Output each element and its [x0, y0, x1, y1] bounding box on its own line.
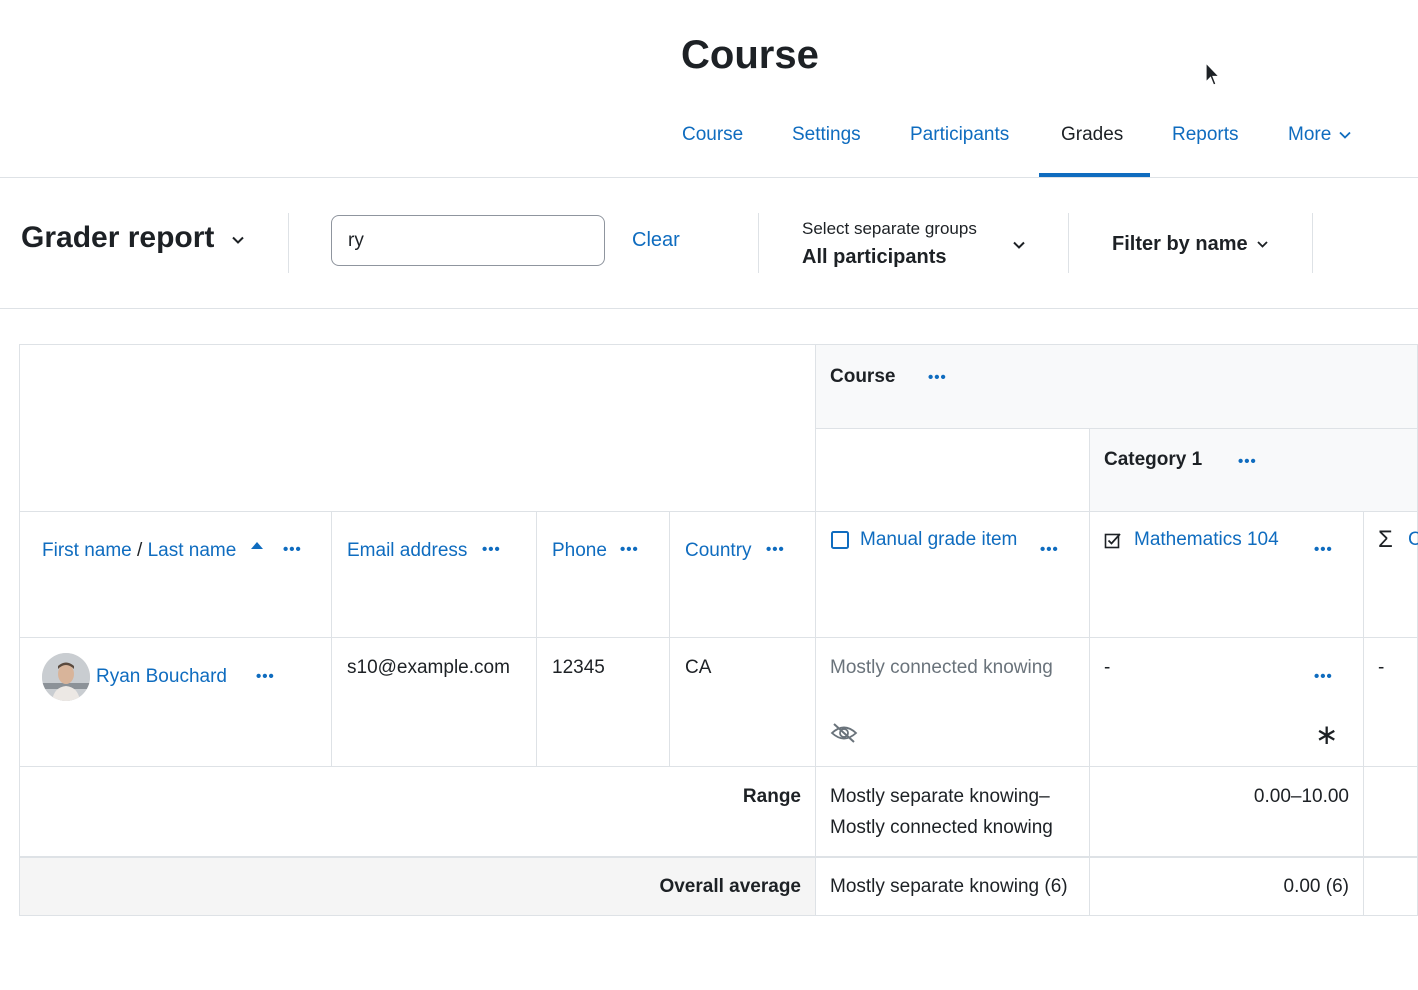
mathematics-104-link[interactable]: Mathematics 104	[1134, 529, 1279, 551]
average-label-cell: Overall average	[19, 856, 816, 916]
sort-ascending-icon	[251, 542, 263, 549]
more-options-icon[interactable]: •••	[1314, 541, 1333, 558]
range-manual-line-2: Mostly connected knowing	[830, 817, 1053, 838]
clear-search-link[interactable]: Clear	[632, 229, 680, 252]
email-cell: s10@example.com	[331, 637, 537, 767]
phone-cell: 12345	[536, 637, 670, 767]
course-total-link[interactable]: C	[1408, 529, 1418, 551]
group-selector-label: Select separate groups	[802, 219, 977, 238]
grader-table: Course ••• Category 1 ••• First name / L…	[19, 344, 1418, 916]
user-cell: Ryan Bouchard •••	[19, 637, 332, 767]
more-options-icon[interactable]: •••	[1238, 453, 1257, 470]
more-options-icon[interactable]: •••	[928, 369, 947, 386]
range-label: Range	[742, 786, 801, 807]
more-options-icon[interactable]: •••	[766, 541, 785, 558]
avatar[interactable]	[42, 653, 90, 701]
chevron-down-icon[interactable]	[231, 235, 245, 245]
name-separator: /	[131, 540, 148, 561]
column-header-name: First name / Last name •••	[19, 511, 332, 638]
empty-header-cell	[19, 344, 816, 512]
average-manual-value: Mostly separate knowing (6)	[830, 876, 1068, 897]
sort-by-name-link[interactable]: First name / Last name	[42, 540, 236, 562]
country-cell: CA	[669, 637, 816, 767]
category-name: Category 1	[1104, 449, 1203, 470]
course-total-value: -	[1378, 657, 1385, 678]
more-options-icon[interactable]: •••	[620, 541, 639, 558]
country-column-link[interactable]: Country	[685, 540, 752, 562]
sort-last-name[interactable]: Last name	[148, 540, 237, 561]
more-options-icon[interactable]: •••	[1040, 541, 1059, 558]
average-manual-cell: Mostly separate knowing (6)	[815, 856, 1090, 916]
more-options-icon[interactable]: •••	[256, 668, 275, 685]
page-title: Course	[681, 33, 819, 77]
overridden-asterisk-icon: ∗	[1315, 719, 1339, 750]
toolbar-divider	[1312, 213, 1313, 273]
more-options-icon[interactable]: •••	[1314, 668, 1333, 685]
average-mathematics-value: 0.00 (6)	[1283, 876, 1349, 897]
chevron-down-icon	[1257, 241, 1268, 248]
manual-grade-cell[interactable]: Mostly connected knowing	[815, 637, 1090, 767]
column-header-country: Country •••	[669, 511, 816, 638]
mathematics-grade-value: -	[1104, 657, 1111, 678]
tab-more[interactable]: More	[1288, 124, 1351, 146]
group-selector-value: All participants	[802, 246, 947, 268]
tab-grades[interactable]: Grades	[1061, 124, 1123, 146]
toolbar-divider	[758, 213, 759, 273]
chevron-down-icon	[1338, 131, 1351, 139]
range-label-cell: Range	[19, 766, 816, 858]
range-total-cell	[1363, 766, 1418, 858]
sigma-icon: Σ	[1378, 526, 1393, 553]
report-selector[interactable]: Grader report	[21, 221, 214, 255]
range-manual-line-1: Mostly separate knowing–	[830, 786, 1050, 807]
category-name: Course	[830, 366, 896, 387]
mouse-cursor-icon	[1205, 62, 1221, 86]
toolbar-divider	[1068, 213, 1069, 273]
range-mathematics-value: 0.00–10.00	[1253, 786, 1349, 807]
phone-column-link[interactable]: Phone	[552, 540, 607, 562]
average-total-cell	[1363, 856, 1418, 916]
column-header-phone: Phone •••	[536, 511, 670, 638]
user-phone: 12345	[552, 657, 605, 678]
manual-item-icon	[831, 531, 849, 549]
tab-settings[interactable]: Settings	[792, 124, 861, 146]
column-header-email: Email address •••	[331, 511, 537, 638]
user-country: CA	[685, 657, 712, 678]
tab-more-label: More	[1288, 124, 1332, 145]
email-column-link[interactable]: Email address	[347, 540, 467, 562]
tab-participants[interactable]: Participants	[910, 124, 1009, 146]
category-header-course: Course •••	[815, 344, 1418, 429]
search-users-input[interactable]	[331, 215, 605, 266]
mathematics-grade-cell[interactable]: - ••• ∗	[1089, 637, 1364, 767]
column-header-mathematics-104: Mathematics 104 •••	[1089, 511, 1364, 638]
empty-header-cell	[815, 428, 1090, 512]
user-email: s10@example.com	[347, 657, 510, 678]
toolbar-divider	[288, 213, 289, 273]
category-header-category-1: Category 1 •••	[1089, 428, 1418, 512]
user-photo-icon	[42, 653, 90, 701]
range-manual-cell: Mostly separate knowing– Mostly connecte…	[815, 766, 1090, 858]
sort-first-name[interactable]: First name	[42, 540, 132, 561]
grader-toolbar: Grader report Clear Select separate grou…	[0, 179, 1418, 309]
more-options-icon[interactable]: •••	[283, 541, 302, 558]
chevron-down-icon	[1013, 241, 1025, 249]
tab-course[interactable]: Course	[682, 124, 743, 146]
active-tab-indicator	[1039, 173, 1150, 177]
filter-by-name-label: Filter by name	[1112, 233, 1248, 255]
tab-reports[interactable]: Reports	[1172, 124, 1239, 146]
overall-average-label: Overall average	[659, 876, 801, 897]
column-header-course-total: Σ C	[1363, 511, 1418, 638]
average-mathematics-cell: 0.00 (6)	[1089, 856, 1364, 916]
manual-grade-item-link[interactable]: Manual grade item	[860, 529, 1017, 551]
more-options-icon[interactable]: •••	[482, 541, 501, 558]
course-total-cell: -	[1363, 637, 1418, 767]
column-header-manual-grade-item: Manual grade item •••	[815, 511, 1090, 638]
user-name-link[interactable]: Ryan Bouchard	[96, 666, 227, 688]
hidden-eye-icon	[830, 723, 858, 743]
assignment-check-icon	[1104, 533, 1121, 549]
manual-grade-value: Mostly connected knowing	[830, 657, 1053, 678]
range-mathematics-cell: 0.00–10.00	[1089, 766, 1364, 858]
course-navigation: Course Settings Participants Grades Repo…	[0, 100, 1418, 178]
